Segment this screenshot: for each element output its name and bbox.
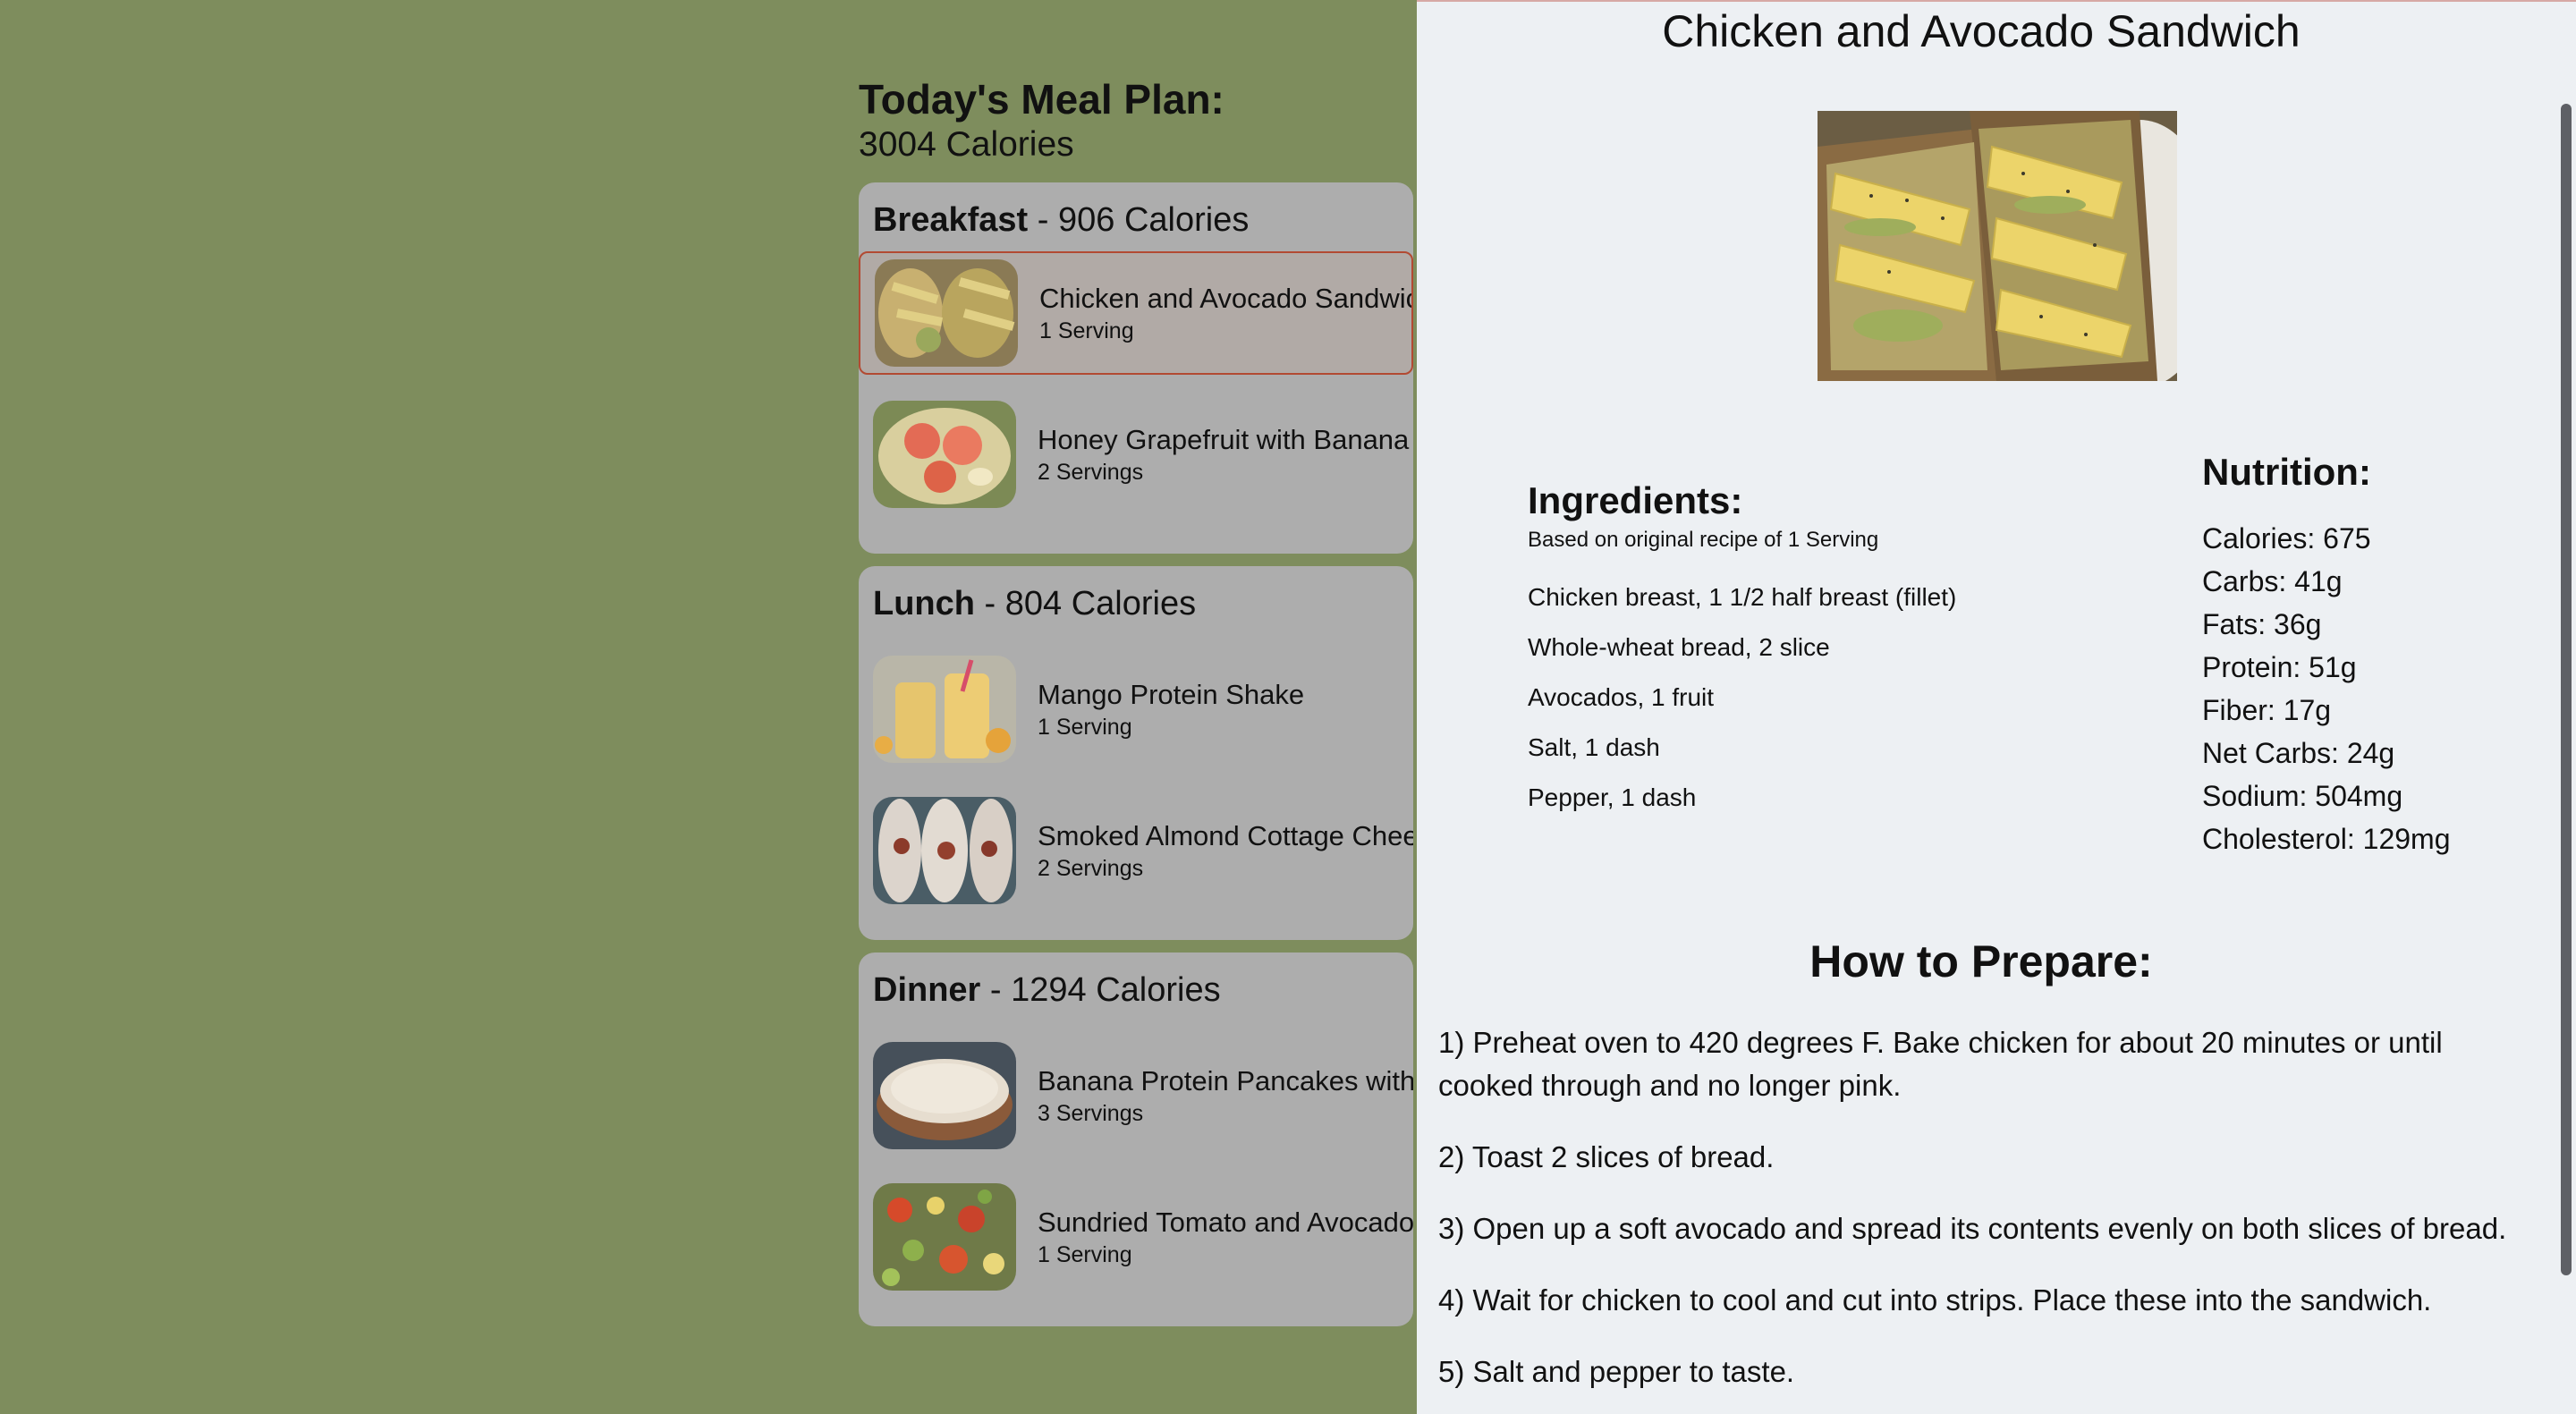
meal-name: Breakfast — [873, 200, 1029, 239]
ingredient-item: Salt, 1 dash — [1528, 733, 1660, 761]
ingredients-section: Ingredients: Based on original recipe of… — [1528, 479, 2154, 830]
meal-name: Lunch — [873, 584, 975, 622]
recipe-detail-panel[interactable]: Chicken and Avocado Sandwich Ingredients… — [1417, 0, 2576, 1414]
panel-scrollbar[interactable] — [2556, 0, 2576, 1414]
meal-item[interactable]: Sundried Tomato and Avocado 1 Serving — [859, 1175, 1413, 1299]
meal-plan-total-calories: 3004 Calories — [859, 125, 1074, 165]
meal-card-dinner: Dinner - 1294 Calories Banana Protein Pa… — [859, 952, 1413, 1326]
nutrition-item: Cholesterol: 129mg — [2202, 823, 2451, 855]
nutrition-item: Protein: 51g — [2202, 651, 2357, 683]
prepare-step: 5) Salt and pepper to taste. — [1438, 1355, 1795, 1388]
food-thumbnail — [873, 1183, 1016, 1291]
meal-item-name: Mango Protein Shake — [1038, 678, 1305, 710]
food-thumbnail — [873, 401, 1016, 509]
meal-item[interactable]: Banana Protein Pancakes with 3 Servings — [859, 1034, 1413, 1157]
meal-item-servings: 1 Serving — [1038, 715, 1132, 741]
prepare-step: 3) Open up a soft avocado and spread its… — [1438, 1212, 2507, 1245]
nutrition-section: Nutrition: Calories: 675 Carbs: 41g Fats… — [2202, 451, 2524, 864]
nutrition-item: Carbs: 41g — [2202, 565, 2343, 597]
meal-plan: Today's Meal Plan: 3004 Calories Breakfa… — [859, 75, 1413, 1342]
panel-top-border — [1417, 0, 2576, 2]
nutrition-title: Nutrition: — [2202, 451, 2371, 493]
prepare-step: 2) Toast 2 slices of bread. — [1438, 1140, 1775, 1173]
meal-calories: - 1294 Calories — [989, 970, 1221, 1009]
meal-item[interactable]: Smoked Almond Cottage Cheese 2 Servings — [859, 789, 1413, 912]
meal-item[interactable]: Mango Protein Shake 1 Serving — [859, 648, 1413, 771]
meal-card-lunch: Lunch - 804 Calories Mango Protein Shake… — [859, 565, 1413, 940]
meal-name: Dinner — [873, 970, 981, 1009]
meal-item-servings: 2 Servings — [1038, 460, 1144, 486]
meal-calories: - 906 Calories — [1037, 200, 1250, 239]
ingredients-basis: Based on original recipe of 1 Serving — [1528, 528, 1879, 552]
meal-item-servings: 1 Serving — [1038, 1242, 1132, 1268]
meal-item-name: Chicken and Avocado Sandwich — [1039, 282, 1413, 314]
nutrition-item: Fats: 36g — [2202, 608, 2322, 640]
meal-header: Dinner - 1294 Calories — [859, 963, 1413, 1021]
meal-item-servings: 2 Servings — [1038, 856, 1144, 882]
meal-item-servings: 3 Servings — [1038, 1101, 1144, 1127]
nutrition-item: Net Carbs: 24g — [2202, 737, 2395, 769]
ingredient-item: Whole-wheat bread, 2 slice — [1528, 633, 1830, 661]
meal-item-name: Smoked Almond Cottage Cheese — [1038, 819, 1413, 851]
nutrition-item: Sodium: 504mg — [2202, 780, 2403, 812]
nutrition-item: Calories: 675 — [2202, 522, 2371, 555]
meal-plan-title: Today's Meal Plan: — [859, 76, 1224, 123]
prepare-step: 4) Wait for chicken to cool and cut into… — [1438, 1283, 2432, 1317]
food-thumbnail — [875, 259, 1018, 368]
food-thumbnail — [873, 797, 1016, 905]
meal-item-name: Banana Protein Pancakes with — [1038, 1064, 1413, 1096]
recipe-title: Chicken and Avocado Sandwich — [1662, 6, 2301, 56]
prepare-step: 1) Preheat oven to 420 degrees F. Bake c… — [1438, 1026, 2443, 1102]
ingredient-item: Avocados, 1 fruit — [1528, 683, 1715, 711]
food-thumbnail — [873, 1042, 1016, 1150]
meal-calories: - 804 Calories — [984, 584, 1197, 622]
ingredient-item: Chicken breast, 1 1/2 half breast (fille… — [1528, 583, 1957, 611]
recipe-photo — [1818, 111, 2177, 381]
meal-item-servings: 1 Serving — [1039, 318, 1134, 344]
ingredient-item: Pepper, 1 dash — [1528, 783, 1697, 811]
meal-item-name: Sundried Tomato and Avocado — [1038, 1206, 1413, 1238]
meal-card-breakfast: Breakfast - 906 Calories Chicken and Avo… — [859, 182, 1413, 554]
prepare-steps: 1) Preheat oven to 420 degrees F. Bake c… — [1438, 1021, 2529, 1414]
scrollbar-thumb[interactable] — [2561, 104, 2572, 1275]
meal-header: Breakfast - 906 Calories — [859, 193, 1413, 251]
meal-item-name: Honey Grapefruit with Banana — [1038, 423, 1410, 455]
prepare-title: How to Prepare: — [1809, 936, 2153, 986]
meal-item[interactable]: Honey Grapefruit with Banana 2 Servings — [859, 393, 1413, 516]
ingredients-title: Ingredients: — [1528, 479, 1743, 521]
meal-header: Lunch - 804 Calories — [859, 577, 1413, 635]
meal-item[interactable]: Chicken and Avocado Sandwich 1 Serving — [859, 251, 1413, 376]
nutrition-item: Fiber: 17g — [2202, 694, 2332, 726]
food-thumbnail — [873, 656, 1016, 764]
